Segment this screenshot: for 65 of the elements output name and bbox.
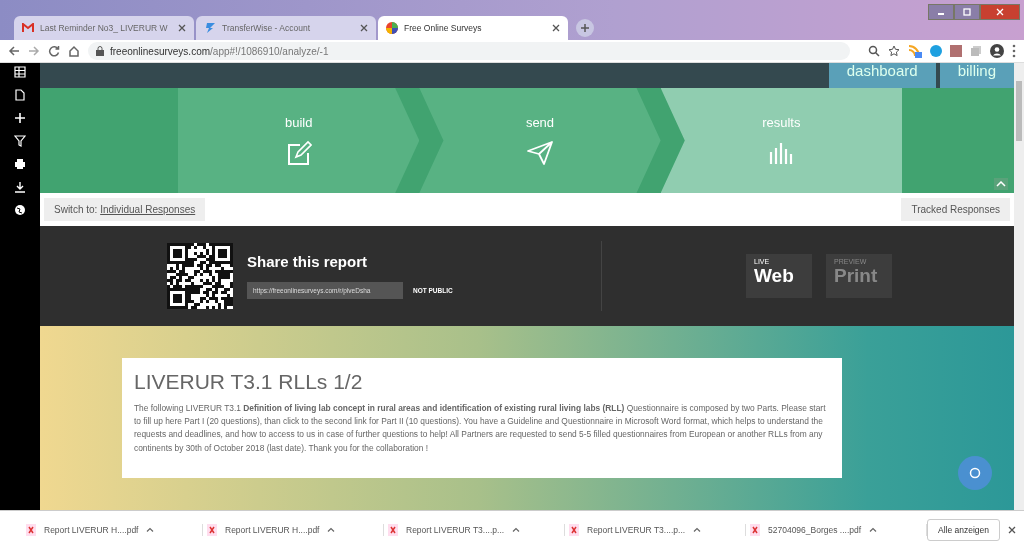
bolt-icon xyxy=(204,22,216,34)
plus-icon[interactable] xyxy=(14,112,26,124)
switch-label: Switch to: xyxy=(54,204,98,215)
switch-button[interactable]: Switch to: Individual Responses xyxy=(44,198,206,221)
star-icon[interactable] xyxy=(888,45,900,57)
pdf-file-icon xyxy=(569,523,579,536)
caret-icon[interactable] xyxy=(327,527,336,532)
bar-chart-icon xyxy=(768,140,795,166)
tracked-responses-button[interactable]: Tracked Responses xyxy=(901,198,1010,221)
plus-icon xyxy=(580,23,590,33)
browser-tab[interactable]: Last Reminder No3_ LIVERUR W xyxy=(14,16,194,40)
new-tab-button[interactable] xyxy=(576,19,594,37)
survey-title: LIVERUR T3.1 RLLs 1/2 xyxy=(134,370,364,394)
paper-plane-icon xyxy=(526,140,554,166)
browser-tab[interactable]: Free Online Surveys xyxy=(378,16,568,40)
printer-icon[interactable] xyxy=(14,158,26,170)
mail-icon xyxy=(22,23,34,33)
back-icon[interactable] xyxy=(8,45,20,57)
individual-responses-link[interactable]: Individual Responses xyxy=(100,204,196,215)
reload-icon[interactable] xyxy=(48,45,60,57)
search-icon[interactable] xyxy=(868,45,880,57)
qr-code-icon xyxy=(167,243,233,309)
lock-icon xyxy=(96,46,104,56)
close-icon[interactable] xyxy=(178,24,186,32)
profile-icon[interactable] xyxy=(990,44,1004,58)
download-icon[interactable] xyxy=(14,181,26,193)
download-item[interactable]: Report LIVERUR T3....p... xyxy=(384,523,565,536)
rss-icon[interactable] xyxy=(908,44,922,58)
globe-icon[interactable] xyxy=(14,204,26,216)
scrollbar-thumb[interactable] xyxy=(1016,81,1022,141)
maximize-button[interactable] xyxy=(954,4,980,20)
survey-description: The following LIVERUR T3.1 Definition of living lab concept in rural areas and identification of existing rural living labs (RLL) Questionnaire is composed by two Parts. Please start to fill up here Part I (20 questions), than click to the second link for Part II (10 questions). You have a Guideline and Questionnaire in Microsoft Word format, which helps to understand the requests and deadlines, and how to access to us in case of further questions to help! All Partners are requested to send 5-5 filled questionnaires from European or another RLLs from any continents by 30th of October 2018 (last date). Thank you for the collaboration ! xyxy=(134,402,827,455)
show-all-button[interactable]: Alle anzeigen xyxy=(927,518,1001,541)
chat-icon xyxy=(969,467,981,479)
chat-button[interactable] xyxy=(958,456,992,490)
home-icon[interactable] xyxy=(68,45,80,57)
address-field[interactable]: freeonlinesurveys.com/app#!/1086910/analyze/-1 xyxy=(88,42,850,60)
colorful-ball-icon xyxy=(386,22,398,34)
edit-icon xyxy=(285,140,312,166)
menu-icon[interactable] xyxy=(1012,44,1016,58)
caret-icon[interactable] xyxy=(512,527,521,532)
close-icon[interactable] xyxy=(1008,525,1017,534)
caret-icon[interactable] xyxy=(693,527,702,532)
grid-icon[interactable] xyxy=(14,66,26,78)
pdf-file-icon xyxy=(26,523,36,536)
document-icon[interactable] xyxy=(14,89,26,101)
close-icon[interactable] xyxy=(552,24,560,32)
pdf-file-icon xyxy=(207,523,217,536)
download-item[interactable]: Report LIVERUR T3....p... xyxy=(565,523,746,536)
pdf-file-icon xyxy=(750,523,760,536)
caret-icon[interactable] xyxy=(869,527,878,532)
close-icon[interactable] xyxy=(360,24,368,32)
download-item[interactable]: Report LIVERUR H....pdf xyxy=(203,523,384,536)
browser-tab[interactable]: TransferWise - Account xyxy=(196,16,376,40)
collapse-button[interactable] xyxy=(994,178,1008,190)
maximize-icon xyxy=(963,8,971,16)
caret-icon[interactable] xyxy=(146,527,155,532)
chevron-up-icon xyxy=(996,181,1006,187)
skype-icon[interactable] xyxy=(930,45,942,57)
minimize-button[interactable] xyxy=(928,4,954,20)
download-item[interactable]: 52704096_Borges ....pdf xyxy=(746,523,927,536)
download-item[interactable]: Report LIVERUR H....pdf xyxy=(22,523,203,536)
share-title: Share this report xyxy=(247,253,369,270)
pdf-file-icon xyxy=(388,523,398,536)
filter-icon[interactable] xyxy=(14,135,26,147)
